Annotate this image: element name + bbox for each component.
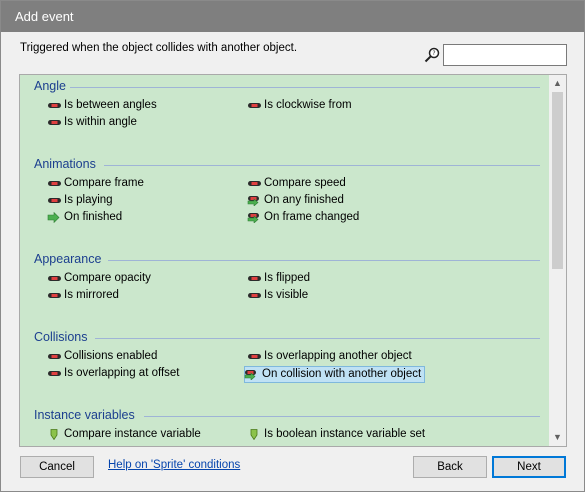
list-item-label: Compare instance variable: [64, 428, 201, 440]
list-item-label: Is visible: [264, 289, 309, 301]
group-divider: [70, 87, 540, 88]
list-item[interactable]: Compare speed: [247, 175, 346, 192]
list-item[interactable]: Collisions enabled: [47, 348, 157, 365]
group-title-angle: Angle: [34, 79, 66, 93]
variable-icon: [250, 429, 258, 440]
event-description: Triggered when the object collides with …: [20, 42, 298, 54]
list-item[interactable]: Compare instance variable: [47, 426, 201, 443]
condition-icon: [248, 103, 261, 108]
list-item[interactable]: Is clockwise from: [247, 97, 352, 114]
vertical-scrollbar[interactable]: ▲ ▼: [549, 75, 566, 446]
svg-text:?: ?: [432, 50, 435, 57]
list-item-label: Is within angle: [64, 116, 137, 128]
list-item-label: Is overlapping at offset: [64, 367, 180, 379]
scroll-up-arrow-icon[interactable]: ▲: [549, 75, 566, 92]
condition-icon: [48, 354, 61, 359]
condition-icon: [48, 293, 61, 298]
list-item-label: On any finished: [264, 194, 344, 206]
list-item[interactable]: Is visible: [247, 287, 308, 304]
group-title-animations: Animations: [34, 157, 96, 171]
group-title-collisions: Collisions: [34, 330, 88, 344]
condition-icon: [248, 354, 261, 359]
list-item-label: On finished: [64, 211, 123, 223]
list-item[interactable]: Is boolean instance variable set: [247, 426, 425, 443]
condition-icon: [48, 198, 61, 203]
list-item-label: Is mirrored: [64, 289, 119, 301]
condition-list: Angle Is between angles Is clockwise fro…: [19, 74, 567, 447]
search-icon[interactable]: ?: [424, 47, 440, 63]
condition-icon: [48, 103, 61, 108]
list-item[interactable]: Compare frame: [47, 175, 144, 192]
group-divider: [108, 260, 540, 261]
list-item[interactable]: On finished: [47, 209, 122, 226]
list-item-label: On frame changed: [264, 211, 360, 223]
scrollbar-thumb[interactable]: [552, 92, 563, 269]
list-item-label: Is overlapping another object: [264, 350, 412, 362]
list-item[interactable]: Is mirrored: [47, 287, 119, 304]
list-item-label: Is boolean instance variable set: [264, 428, 426, 440]
group-title-instance-variables: Instance variables: [34, 408, 135, 422]
list-item-label: Compare speed: [264, 177, 346, 189]
help-link[interactable]: Help on 'Sprite' conditions: [108, 459, 240, 471]
group-divider: [95, 338, 540, 339]
next-button[interactable]: Next: [492, 456, 566, 478]
list-item-label: Compare frame: [64, 177, 144, 189]
list-item[interactable]: On any finished: [247, 192, 344, 209]
back-button[interactable]: Back: [413, 456, 487, 478]
list-item[interactable]: On frame changed: [247, 209, 359, 226]
trigger-icon: [247, 213, 259, 223]
list-item-label: Collisions enabled: [64, 350, 158, 362]
list-item[interactable]: Is between angles: [47, 97, 157, 114]
condition-icon: [248, 276, 261, 281]
condition-icon: [48, 120, 61, 125]
list-item[interactable]: Is overlapping at offset: [47, 365, 180, 382]
search-input[interactable]: [443, 44, 567, 66]
cancel-button[interactable]: Cancel: [20, 456, 94, 478]
add-event-dialog: Add event Triggered when the object coll…: [0, 0, 585, 492]
window-title: Add event: [1, 1, 584, 32]
list-item-label: Is flipped: [264, 272, 311, 284]
scroll-down-arrow-icon[interactable]: ▼: [549, 429, 566, 446]
list-item[interactable]: Is playing: [47, 192, 113, 209]
list-item-label: Is clockwise from: [264, 99, 352, 111]
list-item-label: On collision with another object: [262, 368, 422, 380]
variable-icon: [50, 429, 58, 440]
condition-icon: [48, 276, 61, 281]
condition-icon: [248, 293, 261, 298]
group-divider: [144, 416, 540, 417]
list-item-label: Is playing: [64, 194, 113, 206]
list-item[interactable]: Is overlapping another object: [247, 348, 412, 365]
list-item-label: Is between angles: [64, 99, 157, 111]
condition-icon: [48, 371, 61, 376]
list-item[interactable]: Is within angle: [47, 114, 137, 131]
condition-icon: [48, 181, 61, 186]
condition-icon: [248, 181, 261, 186]
list-item-label: Compare opacity: [64, 272, 151, 284]
group-title-appearance: Appearance: [34, 252, 102, 266]
list-item-selected[interactable]: On collision with another object: [244, 366, 426, 383]
trigger-icon: [244, 370, 256, 380]
list-item[interactable]: Compare opacity: [47, 270, 151, 287]
group-divider: [104, 165, 540, 166]
trigger-icon: [247, 196, 259, 206]
list-item[interactable]: Is flipped: [247, 270, 310, 287]
trigger-icon: [47, 212, 60, 223]
